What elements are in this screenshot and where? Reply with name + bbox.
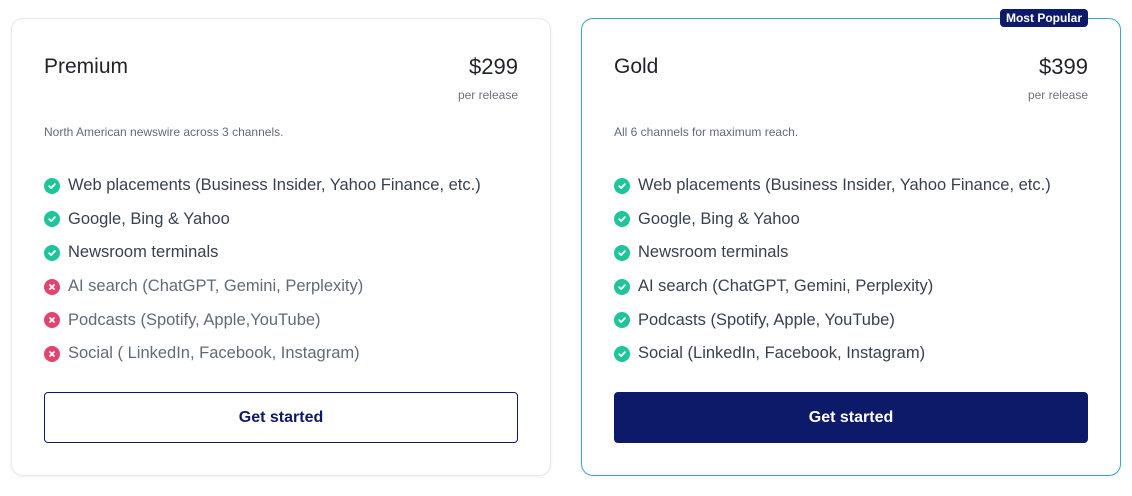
feature-label: Podcasts (Spotify, Apple,YouTube) (68, 310, 321, 329)
get-started-button-gold[interactable]: Get started (614, 392, 1088, 443)
feature-label: AI search (ChatGPT, Gemini, Perplexity) (68, 277, 364, 296)
price-unit: per release (457, 88, 518, 102)
feature-item: AI search (ChatGPT, Gemini, Perplexity) (44, 270, 481, 304)
most-popular-badge: Most Popular (999, 9, 1088, 27)
feature-list: Web placements (Business Insider, Yahoo … (44, 169, 481, 371)
feature-item: Podcasts (Spotify, Apple, YouTube) (614, 303, 1051, 337)
feature-label: Podcasts (Spotify, Apple, YouTube) (638, 310, 895, 329)
feature-item: Web placements (Business Insider, Yahoo … (44, 169, 481, 203)
feature-item: Social ( LinkedIn, Facebook, Instagram) (44, 337, 481, 371)
feature-label: AI search (ChatGPT, Gemini, Perplexity) (638, 277, 934, 296)
feature-item: Newsroom terminals (614, 236, 1051, 270)
price-unit: per release (1027, 88, 1088, 102)
check-circle-icon (614, 244, 630, 261)
check-circle-icon (614, 312, 630, 329)
feature-item: Web placements (Business Insider, Yahoo … (614, 169, 1051, 203)
plan-price: $299 (469, 54, 518, 79)
plan-name: Gold (614, 55, 659, 78)
feature-label: Web placements (Business Insider, Yahoo … (638, 176, 1051, 195)
feature-item: Social (LinkedIn, Facebook, Instagram) (614, 337, 1051, 371)
check-circle-icon (614, 211, 630, 228)
pricing-card-premium: Premium $299 per release North American … (11, 18, 551, 476)
check-circle-icon (44, 244, 60, 261)
pricing-card-gold: Most Popular Gold $399 per release All 6… (581, 9, 1121, 476)
x-circle-icon (44, 345, 60, 362)
check-circle-icon (614, 177, 630, 194)
feature-item: Google, Bing & Yahoo (44, 203, 481, 237)
feature-label: Social (LinkedIn, Facebook, Instagram) (638, 344, 926, 363)
feature-item: Podcasts (Spotify, Apple,YouTube) (44, 303, 481, 337)
plan-name: Premium (44, 55, 129, 78)
x-circle-icon (44, 312, 60, 329)
plan-price: $399 (1039, 54, 1088, 79)
feature-item: Newsroom terminals (44, 236, 481, 270)
plan-description: All 6 channels for maximum reach. (614, 125, 799, 139)
check-circle-icon (614, 278, 630, 295)
feature-list: Web placements (Business Insider, Yahoo … (614, 169, 1051, 371)
get-started-button-premium[interactable]: Get started (44, 392, 518, 443)
check-circle-icon (614, 345, 630, 362)
feature-label: Newsroom terminals (638, 243, 789, 262)
check-circle-icon (44, 177, 60, 194)
feature-label: Web placements (Business Insider, Yahoo … (68, 176, 481, 195)
feature-item: AI search (ChatGPT, Gemini, Perplexity) (614, 270, 1051, 304)
feature-label: Social ( LinkedIn, Facebook, Instagram) (68, 344, 360, 363)
check-circle-icon (44, 211, 60, 228)
feature-item: Google, Bing & Yahoo (614, 203, 1051, 237)
x-circle-icon (44, 278, 60, 295)
plan-description: North American newswire across 3 channel… (44, 125, 284, 139)
feature-label: Google, Bing & Yahoo (638, 209, 800, 228)
feature-label: Google, Bing & Yahoo (68, 209, 230, 228)
feature-label: Newsroom terminals (68, 243, 219, 262)
